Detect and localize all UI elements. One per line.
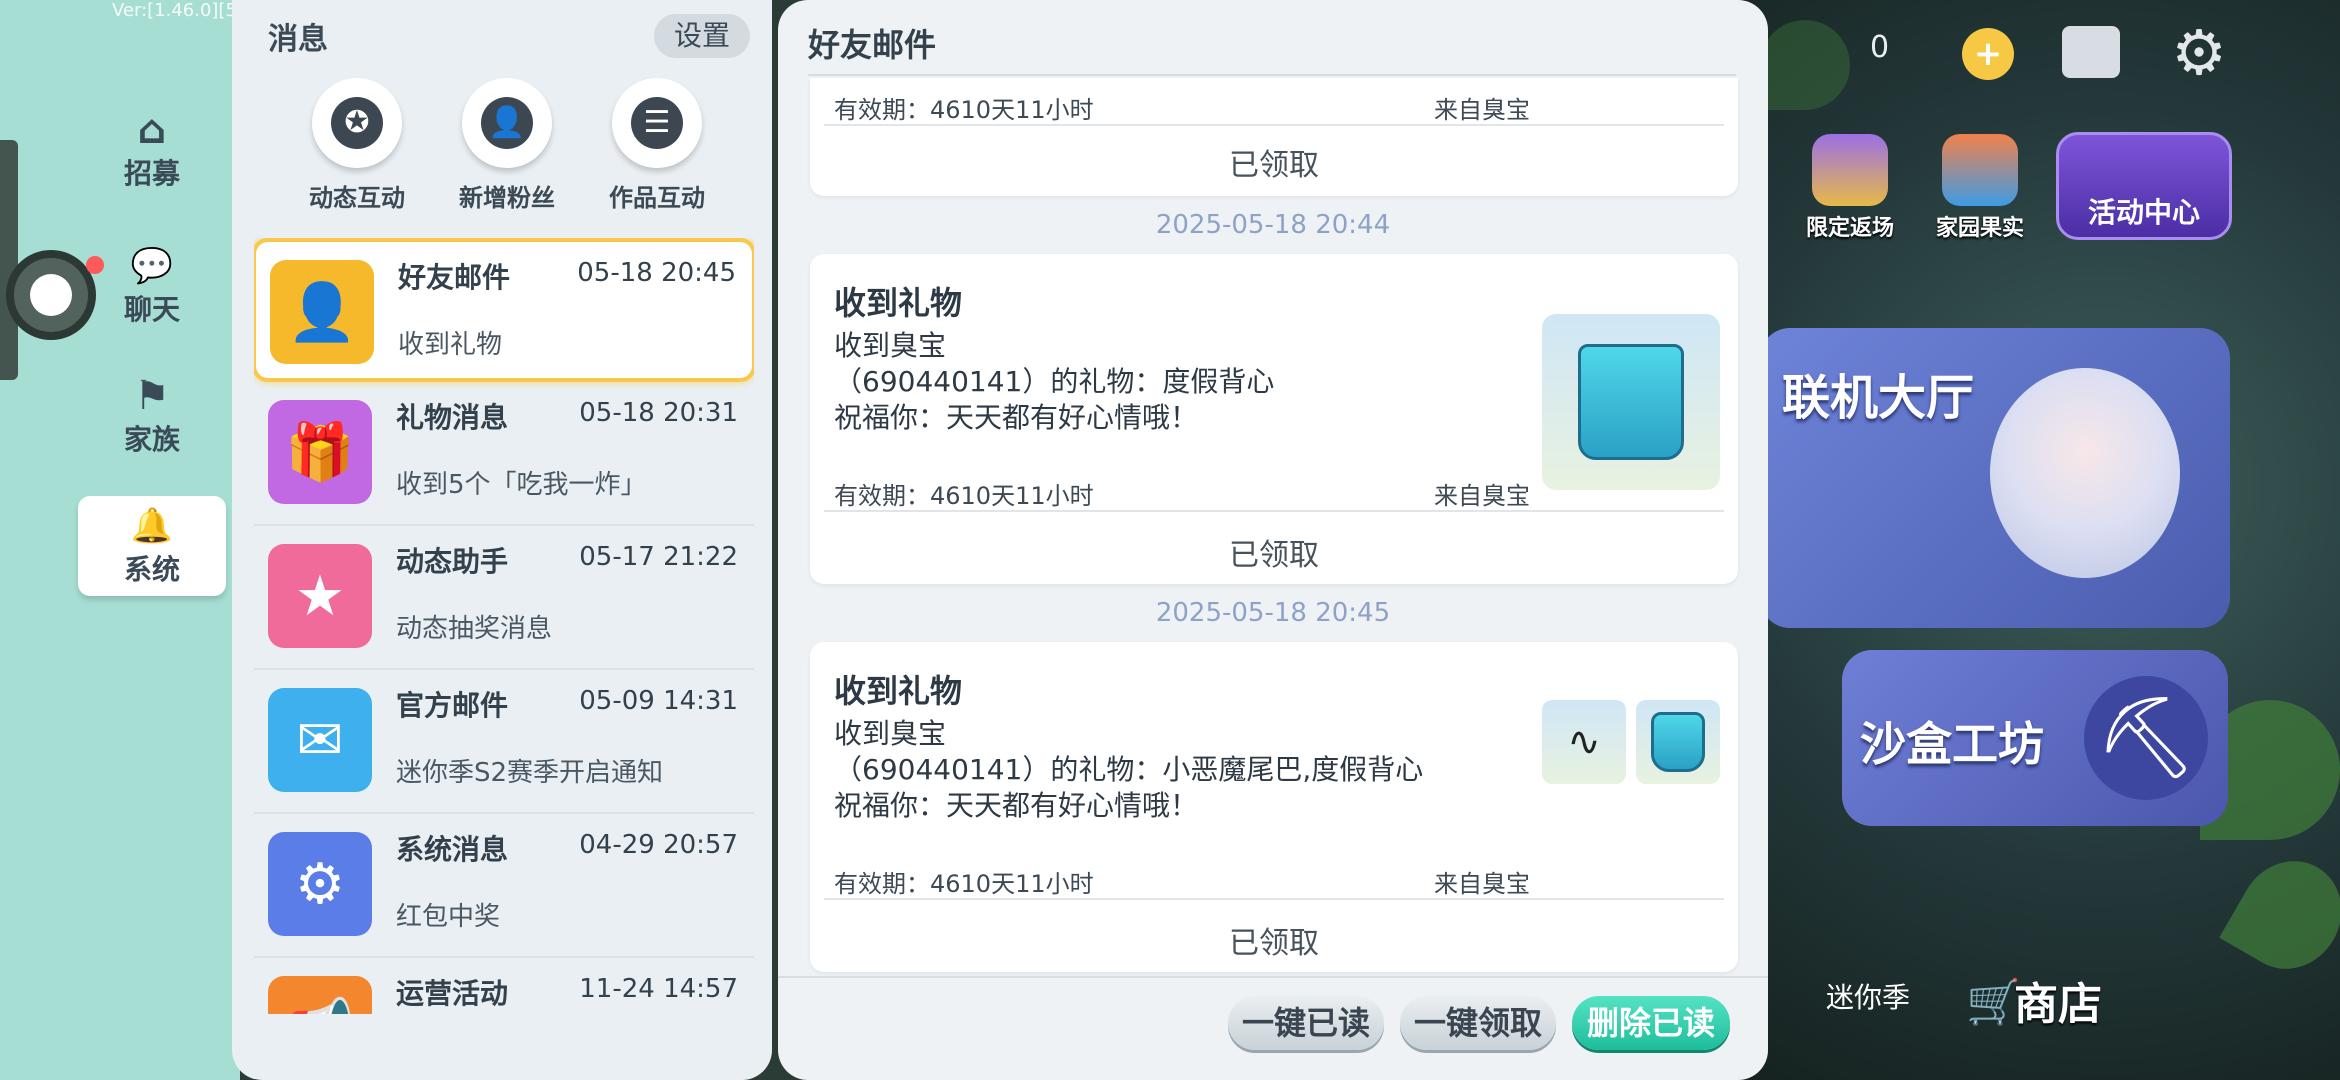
messages-panel: 消息 设置 ✪ 动态互动 👤 新增粉丝 ☰ 作品互动 👤 好友邮件 05-18 …	[232, 0, 772, 1080]
conversation-friend-mail[interactable]: 👤 好友邮件 05-18 20:45 收到礼物	[254, 238, 754, 382]
coin-count: 0	[1870, 30, 1890, 65]
delete-read-button[interactable]: 删除已读	[1572, 996, 1730, 1050]
bell-icon: 🔔	[130, 506, 174, 546]
claimed-status[interactable]: 已领取	[810, 140, 1738, 184]
mail-title: 收到礼物	[834, 672, 963, 710]
activity-center-button[interactable]: 活动中心	[2056, 132, 2232, 240]
settings-button[interactable]: 设置	[654, 14, 750, 58]
megaphone-icon: 📢	[268, 976, 372, 1014]
conversation-list[interactable]: 👤 好友邮件 05-18 20:45 收到礼物 🎁 礼物消息 05-18 20:…	[254, 238, 754, 1014]
read-all-button[interactable]: 一键已读	[1228, 996, 1384, 1050]
conversation-gift-messages[interactable]: 🎁 礼物消息 05-18 20:31 收到5个「吃我一炸」	[254, 382, 754, 526]
divider	[778, 976, 1768, 978]
limited-return-icon	[1812, 134, 1888, 206]
date-separator: 2025-05-18 20:44	[1155, 210, 1391, 240]
bottom-right-bar: 迷你季 🛒 商店	[1776, 940, 2296, 1050]
sidebar-item-family[interactable]: ⚑ 家族	[78, 366, 226, 466]
messages-title: 消息	[268, 22, 328, 57]
vacation-vest-icon[interactable]	[1542, 314, 1720, 490]
character-art	[1990, 368, 2180, 578]
gear-icon[interactable]: ⚙	[2168, 22, 2230, 84]
conversation-system-messages[interactable]: ⚙ 系统消息 04-29 20:57 红包中奖	[254, 814, 754, 958]
friend-mail-panel: 好友邮件 有效期：4610天11小时 来自臭宝 已领取 2025-05-18 2…	[778, 0, 1768, 1080]
cart-icon[interactable]: 🛒	[1966, 976, 2021, 1028]
mini-season-label[interactable]: 迷你季	[1826, 976, 1910, 1016]
claimed-status[interactable]: 已领取	[810, 530, 1738, 574]
mail-title: 收到礼物	[834, 284, 963, 322]
envelope-icon: ✉	[268, 688, 372, 792]
mailbox-icon[interactable]	[2062, 26, 2120, 78]
mail-card-partial: 有效期：4610天11小时 来自臭宝 已领取	[810, 78, 1738, 196]
sidebar-item-recruit[interactable]: ⌂ 招募	[78, 100, 226, 200]
coin-plus-button[interactable]: +	[1962, 28, 2014, 80]
house-icon: ⌂	[137, 107, 167, 153]
claim-all-button[interactable]: 一键领取	[1400, 996, 1556, 1050]
divider	[824, 510, 1724, 512]
chat-bubble-icon: 💬	[130, 246, 174, 286]
mail-card: 收到礼物 收到臭宝 （690440141）的礼物：小恶魔尾巴,度假背心 祝福你：…	[810, 642, 1738, 972]
shop-button[interactable]: 商店	[2014, 968, 2102, 1032]
quick-new-fans[interactable]: 👤 新增粉丝	[442, 78, 572, 213]
multiplayer-lobby-button[interactable]: 联机大厅	[1760, 328, 2230, 628]
quick-works-interaction[interactable]: ☰ 作品互动	[592, 78, 722, 213]
gift-icon: 🎁	[268, 400, 372, 504]
shop-icon-limited-return[interactable]: 限定返场	[1806, 134, 1894, 242]
shop-icon-home-fruit[interactable]: 家园果实	[1936, 134, 2024, 242]
bookmark-star-icon: ★	[268, 544, 372, 648]
divider	[824, 124, 1724, 126]
sandbox-workshop-button[interactable]: 沙盒工坊 ⛏	[1842, 650, 2228, 826]
list-icon: ☰	[631, 97, 683, 149]
rail-edge-handle[interactable]	[0, 140, 18, 380]
gear-icon: ⚙	[268, 832, 372, 936]
divider	[824, 898, 1724, 900]
conversation-operations-events[interactable]: 📢 运营活动 11-24 14:57	[254, 958, 754, 1014]
new-fan-icon: 👤	[481, 97, 533, 149]
flag-icon: ⚑	[134, 373, 170, 419]
divider	[808, 74, 1736, 76]
vacation-vest-icon[interactable]	[1636, 700, 1720, 784]
sidebar-item-chat[interactable]: 💬 聊天	[78, 236, 226, 336]
quick-dynamic-interaction[interactable]: ✪ 动态互动	[292, 78, 422, 213]
devil-tail-icon[interactable]: ∿	[1542, 700, 1626, 784]
conversation-dynamic-assistant[interactable]: ★ 动态助手 05-17 21:22 动态抽奖消息	[254, 526, 754, 670]
conversation-official-mail[interactable]: ✉ 官方邮件 05-09 14:31 迷你季S2赛季开启通知	[254, 670, 754, 814]
mail-panel-title: 好友邮件	[808, 26, 937, 64]
pickaxe-icon: ⛏	[2084, 676, 2208, 800]
star-bubble-icon: ✪	[331, 97, 383, 149]
home-fruit-icon	[1942, 134, 2018, 206]
friend-mail-icon: 👤	[270, 260, 374, 364]
mail-card: 收到礼物 收到臭宝 （690440141）的礼物：度假背心 祝福你：天天都有好心…	[810, 254, 1738, 584]
date-separator: 2025-05-18 20:45	[1155, 598, 1391, 628]
sidebar-item-system[interactable]: 🔔 系统	[78, 496, 226, 596]
claimed-status[interactable]: 已领取	[810, 918, 1738, 962]
assist-ball-core	[30, 274, 72, 316]
